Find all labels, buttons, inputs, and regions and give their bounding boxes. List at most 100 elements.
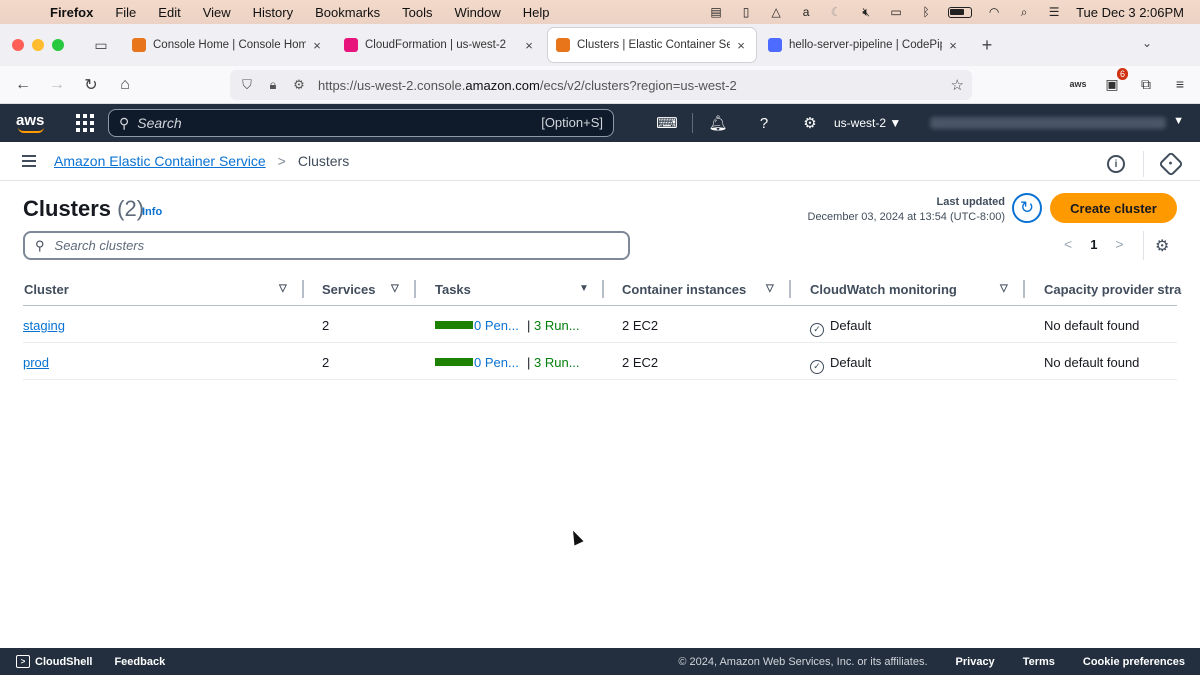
region-selector[interactable]: us-west-2 ▼ [834, 116, 901, 130]
close-tab-icon[interactable]: × [946, 38, 960, 53]
hamburger-menu-icon[interactable] [22, 155, 36, 167]
account-menu[interactable] [930, 117, 1166, 129]
home-icon[interactable]: ⌂ [108, 76, 142, 94]
services-count: 2 [322, 318, 330, 333]
privacy-link[interactable]: Privacy [956, 656, 995, 668]
sort-caret-icon[interactable]: ▽ [391, 283, 399, 294]
gear-icon[interactable]: ⚙ [787, 114, 833, 132]
reload-icon[interactable]: ↻ [74, 75, 108, 95]
menu-file[interactable]: File [115, 5, 136, 20]
search-icon: ⚲ [119, 114, 130, 131]
bluetooth-icon[interactable]: ᛒ [918, 5, 934, 19]
tab-clusters[interactable]: Clusters | Elastic Container Serv × [548, 28, 756, 62]
column-header-capacity-provider[interactable]: Capacity provider stra [1044, 282, 1181, 297]
terms-link[interactable]: Terms [1023, 656, 1055, 668]
close-tab-icon[interactable]: × [734, 38, 748, 53]
task-progress-bar [435, 321, 473, 329]
clipboard-icon[interactable]: ▤ [708, 5, 724, 19]
page-title: Clusters (2) [23, 196, 145, 221]
battery-icon[interactable] [948, 6, 973, 18]
minimize-window-button[interactable] [32, 39, 44, 51]
breadcrumb-ecs-link[interactable]: Amazon Elastic Container Service [54, 153, 266, 169]
sort-caret-icon[interactable]: ▽ [1000, 283, 1008, 294]
shield-icon[interactable]: ⛉ [234, 77, 260, 93]
next-page-icon[interactable]: > [1115, 236, 1123, 252]
menu-tools[interactable]: Tools [402, 5, 432, 20]
address-bar[interactable]: ⛉ 🔒︎ ⚙ https://us-west-2.console.amazon.… [230, 70, 972, 100]
document-icon[interactable]: ▯ [738, 5, 754, 19]
services-grid-icon[interactable] [76, 114, 94, 132]
forward-icon[interactable]: → [40, 76, 74, 94]
console-search-input[interactable]: ⚲ Search [Option+S] [108, 109, 614, 137]
tasks-pending-link[interactable]: 0 Pen... [474, 355, 519, 370]
puzzle-icon[interactable]: ⧉ [1136, 74, 1156, 94]
tasks-running-link[interactable]: 3 Run... [534, 355, 580, 370]
window-controls [12, 39, 64, 51]
menu-edit[interactable]: Edit [158, 5, 180, 20]
previous-page-icon[interactable]: < [1064, 236, 1072, 252]
bell-icon[interactable]: 🔔︎ [695, 114, 741, 132]
mute-icon[interactable]: 🔇︎ [858, 5, 874, 19]
maximize-window-button[interactable] [52, 39, 64, 51]
menu-history[interactable]: History [253, 5, 293, 20]
amazon-icon[interactable]: a [798, 5, 814, 19]
settings-icon[interactable]: • [1158, 151, 1184, 177]
column-header-services[interactable]: Services [322, 282, 376, 297]
info-icon[interactable]: i [1107, 155, 1125, 173]
extension-icon[interactable]: ▣ 6 [1102, 68, 1128, 94]
menu-bookmarks[interactable]: Bookmarks [315, 5, 380, 20]
create-cluster-button[interactable]: Create cluster [1050, 193, 1177, 223]
permissions-icon[interactable]: ⚙ [286, 77, 312, 93]
cookie-preferences-link[interactable]: Cookie preferences [1083, 656, 1185, 668]
menu-help[interactable]: Help [523, 5, 550, 20]
tab-console-home[interactable]: Console Home | Console Home × [124, 28, 332, 62]
aws-extension-icon[interactable]: aws [1068, 74, 1088, 94]
aws-logo[interactable]: aws [16, 112, 48, 133]
sort-caret-icon[interactable]: ▼ [579, 283, 589, 294]
lock-icon[interactable]: 🔒︎ [260, 77, 286, 93]
menu-view[interactable]: View [203, 5, 231, 20]
cloudshell-button[interactable]: > CloudShell [16, 655, 92, 668]
help-icon[interactable]: ? [741, 115, 787, 132]
column-header-container-instances[interactable]: Container instances [622, 282, 746, 297]
page-number[interactable]: 1 [1090, 237, 1097, 252]
table-preferences-gear-icon[interactable]: ⚙ [1155, 236, 1169, 256]
menu-firefox[interactable]: Firefox [50, 5, 93, 20]
new-tab-icon[interactable]: + [972, 35, 1002, 56]
spotlight-icon[interactable]: ⌕ [1016, 5, 1032, 19]
close-window-button[interactable] [12, 39, 24, 51]
column-header-cluster[interactable]: Cluster [24, 282, 69, 297]
tab-cloudformation[interactable]: CloudFormation | us-west-2 × [336, 28, 544, 62]
refresh-button[interactable]: ↻ [1012, 193, 1042, 223]
caret-down-icon[interactable]: ▼ [1173, 115, 1184, 127]
tasks-running-link[interactable]: 3 Run... [534, 318, 580, 333]
cluster-link-staging[interactable]: staging [23, 318, 65, 333]
moon-icon[interactable]: ☾ [828, 5, 844, 19]
cluster-link-prod[interactable]: prod [23, 355, 49, 370]
column-header-cloudwatch[interactable]: CloudWatch monitoring [810, 282, 957, 297]
keyboard-icon[interactable]: ▭ [888, 5, 904, 19]
chevron-down-icon[interactable]: ⌄ [1142, 36, 1152, 50]
bookmark-star-icon[interactable]: ☆ [951, 76, 964, 94]
sort-caret-icon[interactable]: ▽ [766, 283, 774, 294]
feedback-link[interactable]: Feedback [114, 656, 165, 668]
triangle-icon[interactable]: △ [768, 5, 784, 19]
control-center-icon[interactable]: ☰ [1046, 5, 1062, 19]
close-tab-icon[interactable]: × [310, 38, 324, 53]
menu-window[interactable]: Window [455, 5, 501, 20]
tab-codepipeline[interactable]: hello-server-pipeline | CodePipe × [760, 28, 968, 62]
last-updated-value: December 03, 2024 at 13:54 (UTC-8:00) [807, 211, 1006, 223]
wifi-icon[interactable]: ◠ [986, 5, 1002, 19]
url-text[interactable]: https://us-west-2.console.amazon.com/ecs… [318, 78, 737, 93]
sort-caret-icon[interactable]: ▽ [279, 283, 287, 294]
tasks-pending-link[interactable]: 0 Pen... [474, 318, 519, 333]
search-clusters-input[interactable]: ⚲ Search clusters [23, 231, 630, 260]
tab-overview-icon[interactable]: ▭ [86, 37, 116, 54]
column-header-tasks[interactable]: Tasks [435, 282, 471, 297]
info-link[interactable]: Info [142, 206, 162, 218]
menu-icon[interactable]: ≡ [1170, 74, 1190, 94]
clock[interactable]: Tue Dec 3 2:06PM [1076, 5, 1184, 20]
cloudshell-icon[interactable]: ⌨ [644, 114, 690, 132]
close-tab-icon[interactable]: × [522, 38, 536, 53]
back-icon[interactable]: ← [6, 76, 40, 94]
